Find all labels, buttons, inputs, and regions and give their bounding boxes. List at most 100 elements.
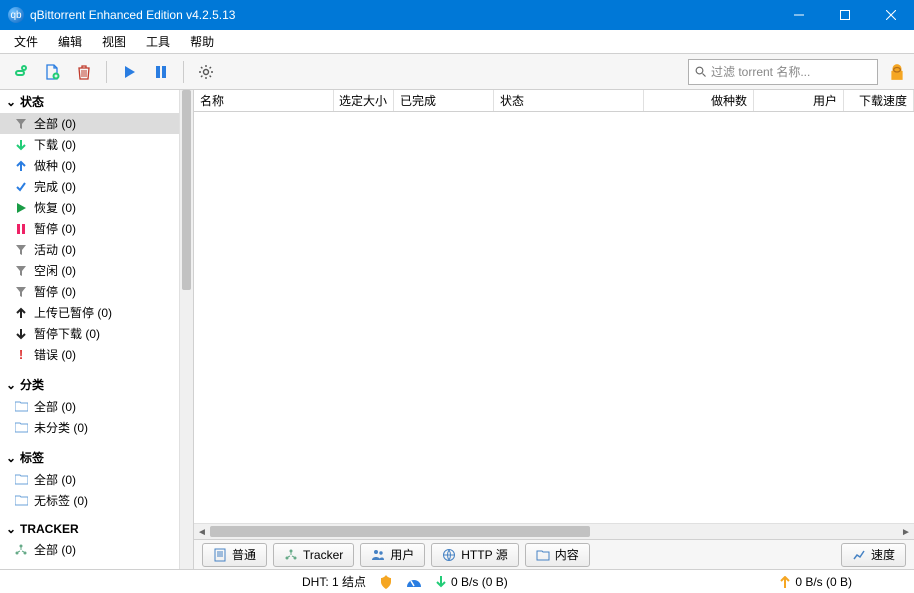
maximize-button[interactable] xyxy=(822,0,868,30)
toolbar xyxy=(0,54,914,90)
tab-label: HTTP 源 xyxy=(461,546,507,563)
sidebar-item-tag-none[interactable]: 无标签 (0) xyxy=(0,490,179,511)
upload-text: 0 B/s (0 B) xyxy=(795,575,852,589)
sidebar-item-label: 暂停 (0) xyxy=(34,283,76,300)
resume-button[interactable] xyxy=(115,58,143,86)
chevron-down-icon: ⌄ xyxy=(6,451,16,465)
tab-content[interactable]: 内容 xyxy=(525,543,590,567)
tab-peers[interactable]: 用户 xyxy=(360,543,425,567)
close-button[interactable] xyxy=(868,0,914,30)
column-peers[interactable]: 用户 xyxy=(754,90,844,111)
sidebar-item-paused[interactable]: 暂停 (0) xyxy=(0,218,179,239)
folder-icon xyxy=(14,494,28,508)
sidebar-item-inactive[interactable]: 空闲 (0) xyxy=(0,260,179,281)
transfer-list-panel: 名称 选定大小 已完成 状态 做种数 用户 下载速度 ◄ ► 普通 Tracke… xyxy=(194,90,914,569)
tab-http-sources[interactable]: HTTP 源 xyxy=(431,543,518,567)
filter-icon xyxy=(14,264,28,278)
filter-icon xyxy=(14,243,28,257)
sidebar-item-active[interactable]: 活动 (0) xyxy=(0,239,179,260)
sidebar-section-status[interactable]: ⌄ 状态 xyxy=(0,90,179,113)
scroll-left-arrow[interactable]: ◄ xyxy=(194,524,210,540)
add-link-button[interactable] xyxy=(6,58,34,86)
sidebar-item-tag-all[interactable]: 全部 (0) xyxy=(0,469,179,490)
sidebar-item-downloading[interactable]: 下载 (0) xyxy=(0,134,179,155)
settings-button[interactable] xyxy=(192,58,220,86)
folder-icon xyxy=(536,548,550,562)
sidebar-item-stalled[interactable]: 暂停 (0) xyxy=(0,281,179,302)
sidebar-item-category-all[interactable]: 全部 (0) xyxy=(0,396,179,417)
statusbar: DHT: 1 结点 0 B/s (0 B) 0 B/s (0 B) xyxy=(0,569,914,593)
download-text: 0 B/s (0 B) xyxy=(451,575,508,589)
menubar: 文件 编辑 视图 工具 帮助 xyxy=(0,30,914,54)
column-status[interactable]: 状态 xyxy=(494,90,644,111)
sidebar-item-label: 未分类 (0) xyxy=(34,419,88,436)
tab-label: 用户 xyxy=(390,546,414,563)
menu-edit[interactable]: 编辑 xyxy=(48,31,92,52)
status-firewall-icon[interactable] xyxy=(380,575,392,589)
pause-button[interactable] xyxy=(147,58,175,86)
filter-input[interactable] xyxy=(711,65,871,79)
pause-icon xyxy=(14,222,28,236)
sidebar-item-label: 全部 (0) xyxy=(34,115,76,132)
sidebar-item-label: 做种 (0) xyxy=(34,157,76,174)
sidebar-item-errored[interactable]: ! 错误 (0) xyxy=(0,344,179,365)
tab-label: 速度 xyxy=(871,546,895,563)
menu-view[interactable]: 视图 xyxy=(92,31,136,52)
sidebar-item-resumed[interactable]: 恢复 (0) xyxy=(0,197,179,218)
status-upload[interactable]: 0 B/s (0 B) xyxy=(780,575,852,589)
sidebar-item-stalled-dl[interactable]: 暂停下载 (0) xyxy=(0,323,179,344)
lock-icon[interactable] xyxy=(886,61,908,83)
tab-label: Tracker xyxy=(303,548,343,562)
chart-icon xyxy=(852,548,866,562)
column-done[interactable]: 已完成 xyxy=(394,90,494,111)
error-icon: ! xyxy=(14,348,28,362)
sidebar-item-label: 无标签 (0) xyxy=(34,492,88,509)
network-icon xyxy=(284,548,298,562)
tab-label: 内容 xyxy=(555,546,579,563)
status-speed-gauge-icon[interactable] xyxy=(406,576,422,588)
transfer-list[interactable] xyxy=(194,112,914,523)
scroll-right-arrow[interactable]: ► xyxy=(898,524,914,540)
scrollbar-thumb[interactable] xyxy=(210,526,590,537)
column-seeds[interactable]: 做种数 xyxy=(644,90,754,111)
chevron-down-icon: ⌄ xyxy=(6,95,16,109)
sidebar-scrollbar[interactable] xyxy=(179,90,193,569)
horizontal-scrollbar[interactable]: ◄ ► xyxy=(194,523,914,539)
minimize-button[interactable] xyxy=(776,0,822,30)
sidebar: ⌄ 状态 全部 (0) 下载 (0) 做种 (0) 完成 (0) 恢复 ( xyxy=(0,90,179,569)
add-file-button[interactable] xyxy=(38,58,66,86)
sidebar-section-tracker[interactable]: ⌄ TRACKER xyxy=(0,519,179,539)
tab-general[interactable]: 普通 xyxy=(202,543,267,567)
menu-file[interactable]: 文件 xyxy=(4,31,48,52)
sidebar-item-stalled-up[interactable]: 上传已暂停 (0) xyxy=(0,302,179,323)
separator xyxy=(183,61,184,83)
sidebar-item-category-none[interactable]: 未分类 (0) xyxy=(0,417,179,438)
sidebar-item-completed[interactable]: 完成 (0) xyxy=(0,176,179,197)
check-icon xyxy=(14,180,28,194)
sidebar-item-label: 全部 (0) xyxy=(34,541,76,558)
sidebar-item-tracker-all[interactable]: 全部 (0) xyxy=(0,539,179,560)
menu-tools[interactable]: 工具 xyxy=(136,31,180,52)
tab-speed[interactable]: 速度 xyxy=(841,543,906,567)
delete-button[interactable] xyxy=(70,58,98,86)
filter-search-box[interactable] xyxy=(688,59,878,85)
sidebar-item-seeding[interactable]: 做种 (0) xyxy=(0,155,179,176)
tab-tracker[interactable]: Tracker xyxy=(273,543,354,567)
separator xyxy=(106,61,107,83)
scrollbar-thumb[interactable] xyxy=(182,90,191,290)
menu-help[interactable]: 帮助 xyxy=(180,31,224,52)
chevron-down-icon: ⌄ xyxy=(6,378,16,392)
sidebar-item-label: 全部 (0) xyxy=(34,398,76,415)
sidebar-item-label: 上传已暂停 (0) xyxy=(34,304,112,321)
down-arrow-icon xyxy=(14,327,28,341)
sidebar-section-category[interactable]: ⌄ 分类 xyxy=(0,373,179,396)
sidebar-item-label: 暂停 (0) xyxy=(34,220,76,237)
network-icon xyxy=(14,543,28,557)
sidebar-item-all[interactable]: 全部 (0) xyxy=(0,113,179,134)
up-arrow-icon xyxy=(14,306,28,320)
column-dlspeed[interactable]: 下载速度 xyxy=(844,90,914,111)
column-name[interactable]: 名称 xyxy=(194,90,334,111)
column-size[interactable]: 选定大小 xyxy=(334,90,394,111)
sidebar-section-tags[interactable]: ⌄ 标签 xyxy=(0,446,179,469)
status-download[interactable]: 0 B/s (0 B) xyxy=(436,575,508,589)
